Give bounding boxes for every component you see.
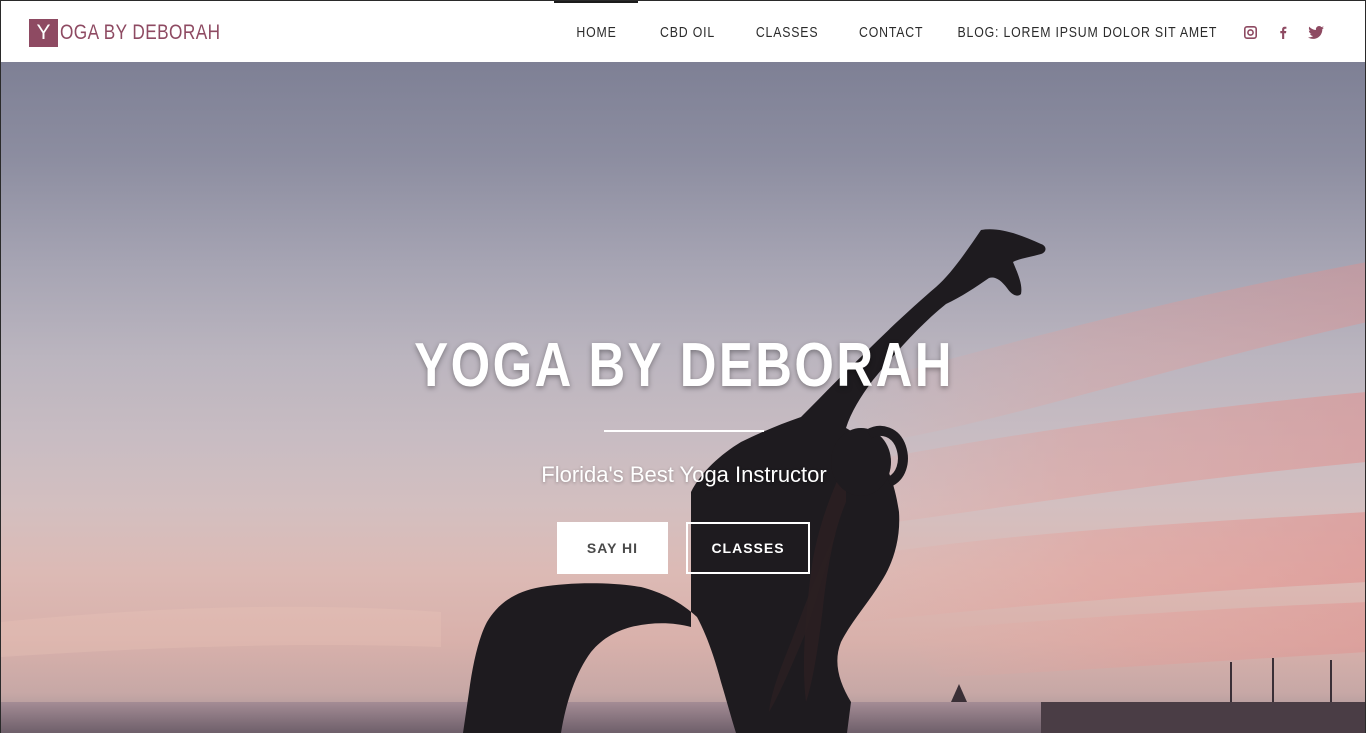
site-logo[interactable]: Y OGA BY DEBORAH — [29, 19, 256, 47]
hero-title: YOGA BY DEBORAH — [1, 330, 1365, 401]
nav-item-cbd-oil[interactable]: CBD OIL — [638, 1, 737, 63]
nav-item-contact[interactable]: CONTACT — [838, 1, 945, 63]
nav-item-label: CLASSES — [756, 23, 819, 41]
hero-title-text: YOGA BY DEBORAH — [414, 331, 954, 400]
main-nav: HOME CBD OIL CLASSES CONTACT BLOG: LOREM… — [554, 1, 1229, 63]
nav-item-classes[interactable]: CLASSES — [737, 1, 838, 63]
nav-item-home[interactable]: HOME — [554, 1, 638, 63]
logo-letter-box: Y — [29, 19, 58, 47]
nav-item-label: CBD OIL — [660, 23, 715, 41]
nav-item-label: CONTACT — [859, 23, 924, 41]
social-links — [1241, 23, 1325, 41]
hero-divider — [604, 430, 764, 432]
instagram-icon[interactable] — [1241, 23, 1259, 41]
hero-section: YOGA BY DEBORAH Florida's Best Yoga Inst… — [0, 62, 1366, 733]
nav-item-label: BLOG: LOREM IPSUM DOLOR SIT AMET — [957, 23, 1217, 41]
site-header: Y OGA BY DEBORAH HOME CBD OIL CLASSES CO… — [0, 0, 1366, 62]
nav-item-blog[interactable]: BLOG: LOREM IPSUM DOLOR SIT AMET — [945, 1, 1229, 63]
facebook-icon[interactable] — [1274, 23, 1292, 41]
classes-button[interactable]: CLASSES — [686, 522, 810, 574]
twitter-icon[interactable] — [1307, 23, 1325, 41]
hero-subtitle: Florida's Best Yoga Instructor — [541, 462, 827, 487]
say-hi-button[interactable]: SAY HI — [557, 522, 668, 574]
logo-text: OGA BY DEBORAH — [60, 21, 221, 44]
nav-item-label: HOME — [575, 23, 617, 41]
